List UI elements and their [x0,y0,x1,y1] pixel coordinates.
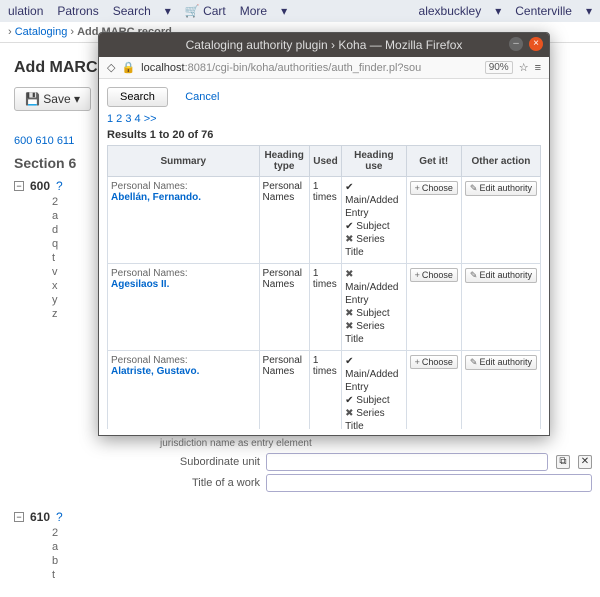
heading-type-label: Personal Names: [111,181,188,192]
used-cell: 1 times [309,264,341,351]
choose-button[interactable]: +Choose [410,268,458,282]
lock-icon: 🔒 [121,61,135,74]
nav-user[interactable]: alexbuckley [419,4,482,18]
tag-help-icon[interactable]: ? [56,179,63,193]
col-heading-use[interactable]: Heading use [342,146,406,177]
star-icon[interactable]: ☆ [519,61,529,74]
crumb-cataloging[interactable]: Cataloging [15,26,68,38]
menu-icon[interactable]: ≡ [535,62,541,74]
tag-610: − 610 ? 2abt [14,510,586,581]
subfield-row: a [52,541,586,553]
col-heading-type[interactable]: Heading type [259,146,309,177]
subfield-code: 2 [52,527,62,539]
result-count: Results 1 to 20 of 76 [107,129,541,141]
pager[interactable]: 1 2 3 4 >> [107,113,541,125]
nav-cart[interactable]: 🛒 Cart [185,4,226,18]
window-titlebar[interactable]: Cataloging authority plugin › Koha — Moz… [99,33,549,57]
delete-icon[interactable]: ✕ [578,455,592,469]
col-other[interactable]: Other action [461,146,540,177]
subfield-code: b [52,555,62,567]
table-row: Personal Names:Abellán, Fernando. Persona… [108,177,541,264]
address-bar: ◇ 🔒 localhost:8081/cgi-bin/koha/authorit… [99,57,549,79]
col-used[interactable]: Used [309,146,341,177]
subordinate-unit-input[interactable] [266,453,548,471]
subfield-code: y [52,294,62,306]
used-cell: 1 times [309,351,341,430]
heading-type-label: Personal Names: [111,268,188,279]
authority-link[interactable]: Agesilaos II. [111,279,169,290]
heading-type-cell: Personal Names [259,351,309,430]
nav-circulation[interactable]: ulation [8,4,43,18]
subfield-row: t [52,569,586,581]
title-work-label: Title of a work [120,477,260,489]
zoom-level[interactable]: 90% [485,61,513,74]
nav-search[interactable]: Search [113,4,151,18]
heading-type-cell: Personal Names [259,264,309,351]
heading-type-label: Personal Names: [111,355,188,366]
authority-link[interactable]: Alatriste, Gustavo. [111,366,199,377]
save-button[interactable]: 💾 Save ▾ [14,87,91,111]
subfield-code: x [52,280,62,292]
subfield-code: v [52,266,62,278]
heading-use-cell: Main/Added EntrySubjectSeries Title [342,351,406,430]
subfield-code: z [52,308,62,320]
url-field[interactable]: localhost:8081/cgi-bin/koha/authorities/… [141,62,479,74]
subfield-code: a [52,210,62,222]
edit-authority-button[interactable]: ✎Edit authority [465,181,537,196]
choose-button[interactable]: +Choose [410,181,458,195]
shield-icon: ◇ [107,61,115,74]
used-cell: 1 times [309,177,341,264]
nav-more[interactable]: More [240,4,267,18]
search-button[interactable]: Search [107,87,168,107]
subfield-code: q [52,238,62,250]
subfield-row: 2 [52,527,586,539]
authority-popup: Cataloging authority plugin › Koha — Moz… [98,32,550,436]
col-get-it[interactable]: Get it! [406,146,461,177]
collapse-icon[interactable]: − [14,181,24,191]
heading-use-cell: Main/Added EntrySubjectSeries Title [342,264,406,351]
subfield-code: t [52,569,62,581]
top-nav: ulation Patrons Search▾ 🛒 Cart More▾ ale… [0,0,600,22]
edit-authority-button[interactable]: ✎Edit authority [465,355,537,370]
edit-authority-button[interactable]: ✎Edit authority [465,268,537,283]
close-icon[interactable]: × [529,37,543,51]
col-summary[interactable]: Summary [108,146,260,177]
subfield-code: a [52,541,62,553]
field-help-text: jurisdiction name as entry element [160,438,592,449]
choose-button[interactable]: +Choose [410,355,458,369]
nav-branch[interactable]: Centerville [515,4,572,18]
table-row: Personal Names:Alatriste, Gustavo. Person… [108,351,541,430]
nav-patrons[interactable]: Patrons [57,4,98,18]
results-table: Summary Heading type Used Heading use Ge… [107,145,541,429]
tag-help-icon[interactable]: ? [56,510,63,524]
subordinate-unit-label: Subordinate unit [120,456,260,468]
subfield-code: d [52,224,62,236]
minimize-icon[interactable]: – [509,37,523,51]
subfield-code: t [52,252,62,264]
title-work-input[interactable] [266,474,592,492]
table-row: Personal Names:Agesilaos II. Personal Nam… [108,264,541,351]
cancel-link[interactable]: Cancel [185,91,219,103]
authority-link[interactable]: Abellán, Fernando. [111,192,201,203]
tag-jumps[interactable]: 600 610 611 [14,135,74,147]
repeat-icon[interactable]: ⧉ [556,455,570,469]
heading-type-cell: Personal Names [259,177,309,264]
collapse-icon[interactable]: − [14,512,24,522]
subfield-row: b [52,555,586,567]
subfield-code: 2 [52,196,62,208]
heading-use-cell: Main/Added EntrySubjectSeries Title [342,177,406,264]
